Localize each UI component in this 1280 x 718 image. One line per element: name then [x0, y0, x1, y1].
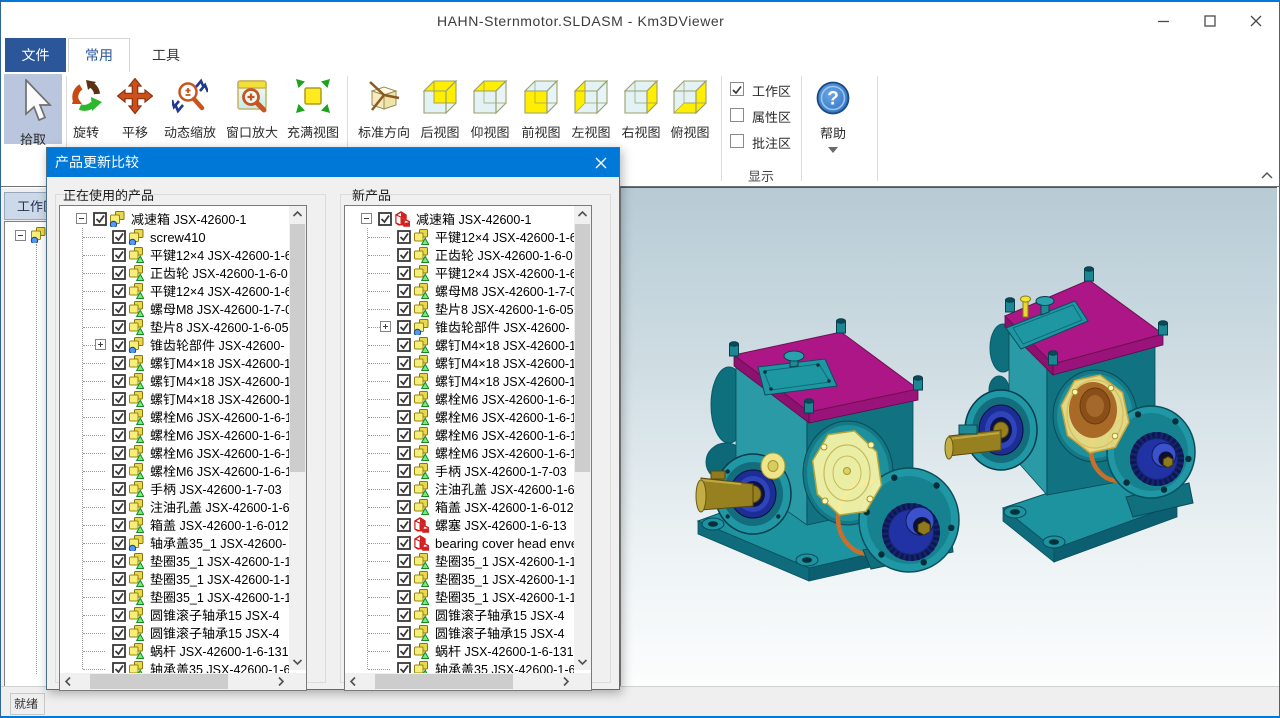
- svg-text:?: ?: [827, 89, 839, 110]
